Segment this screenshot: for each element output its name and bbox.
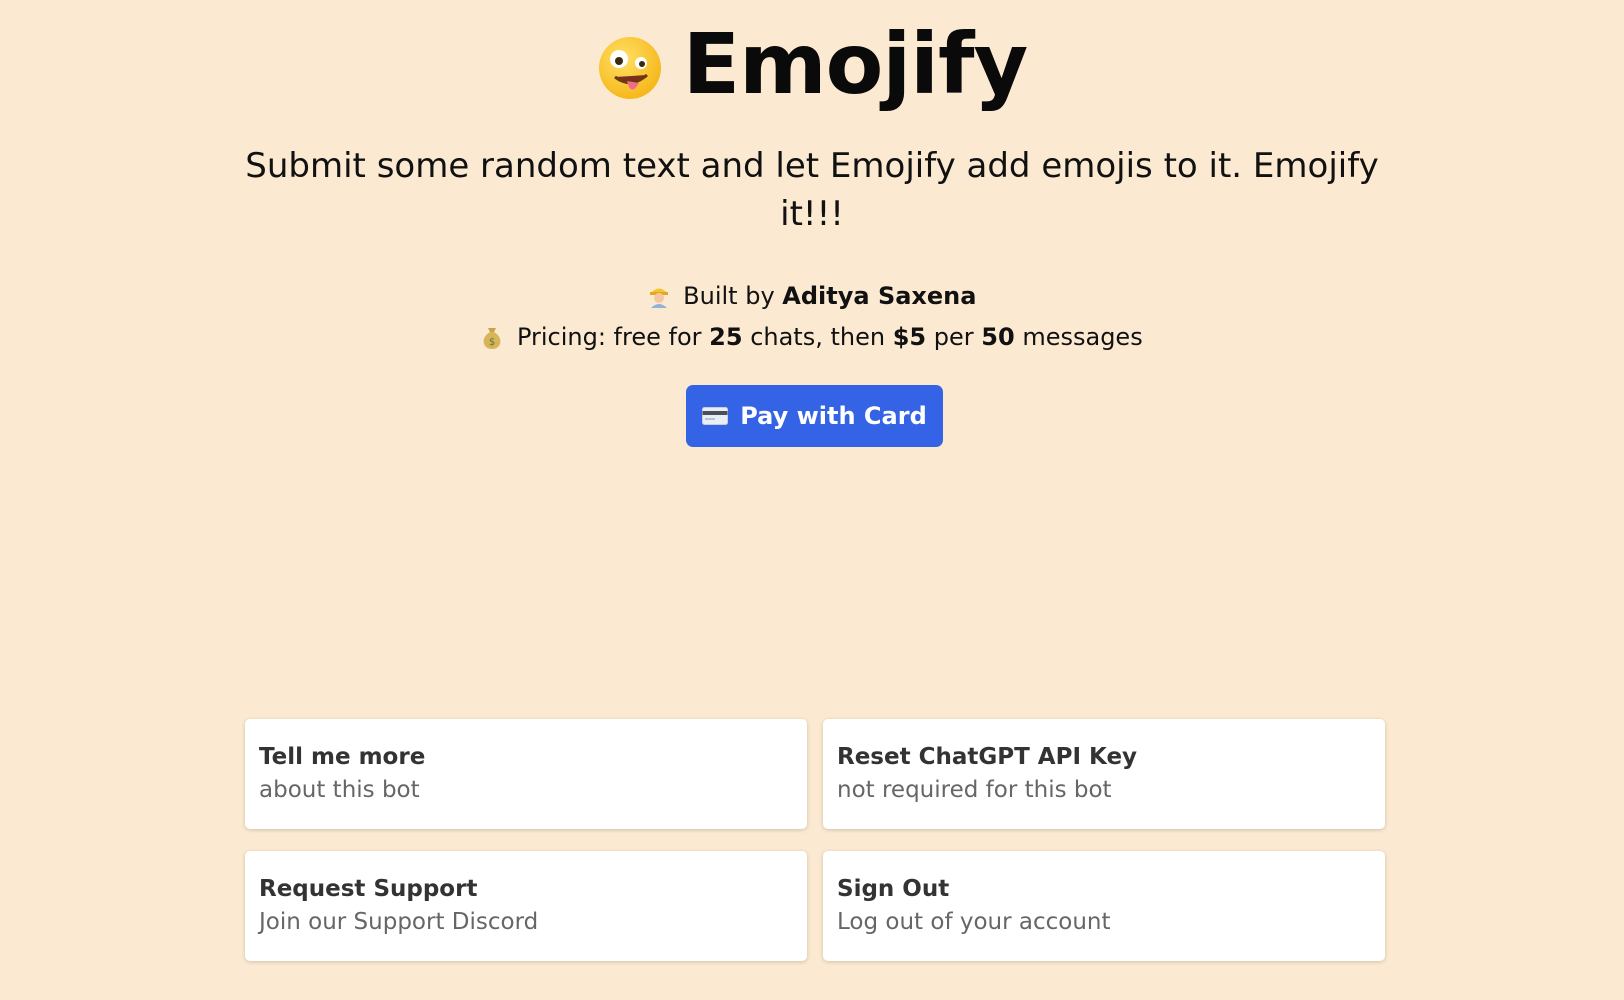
builder-prefix: Built by	[683, 282, 775, 310]
card-reset-api-key[interactable]: Reset ChatGPT API Key not required for t…	[823, 719, 1385, 829]
pricing-line: $ Pricing: free for 25 chats, then $5 pe…	[0, 321, 1624, 353]
card-title: Sign Out	[837, 876, 950, 902]
pricing-mid1: chats, then	[750, 323, 886, 351]
card-tell-me-more[interactable]: Tell me more about this bot	[245, 719, 807, 829]
action-cards: Tell me more about this bot Reset ChatGP…	[245, 719, 1385, 961]
svg-text:$: $	[489, 337, 495, 348]
card-title: Request Support	[259, 876, 478, 902]
card-title: Reset ChatGPT API Key	[837, 744, 1138, 770]
pricing-free-count: 25	[709, 323, 743, 351]
builder-name: Aditya Saxena	[782, 282, 977, 310]
money-bag-icon: $	[483, 328, 501, 349]
pricing-label: Pricing: free for	[516, 323, 702, 351]
card-sign-out[interactable]: Sign Out Log out of your account	[823, 851, 1385, 961]
pay-with-card-button[interactable]: Pay with Card	[686, 385, 943, 447]
app-title: Emojify	[682, 15, 1029, 113]
pay-button-label: Pay with Card	[740, 402, 927, 430]
card-subtitle: about this bot	[259, 777, 420, 803]
card-subtitle: Join our Support Discord	[259, 909, 539, 935]
zany-face-icon	[598, 37, 661, 99]
builder-line: Built by Aditya Saxena	[0, 280, 1624, 312]
pricing-message-count: 50	[981, 323, 1015, 351]
pricing-suffix: messages	[1022, 323, 1143, 351]
credit-card-icon	[702, 407, 729, 425]
emojify-page: Emojify Submit some random text and let …	[0, 0, 1624, 1000]
card-subtitle: not required for this bot	[837, 777, 1112, 803]
card-request-support[interactable]: Request Support Join our Support Discord	[245, 851, 807, 961]
title-row: Emojify	[0, 14, 1624, 114]
card-title: Tell me more	[259, 744, 426, 770]
card-subtitle: Log out of your account	[837, 909, 1111, 935]
pricing-mid2: per	[933, 323, 974, 351]
construction-worker-icon	[649, 288, 668, 308]
app-subtitle: Submit some random text and let Emojify …	[245, 146, 1379, 234]
pricing-price: $5	[892, 323, 927, 351]
